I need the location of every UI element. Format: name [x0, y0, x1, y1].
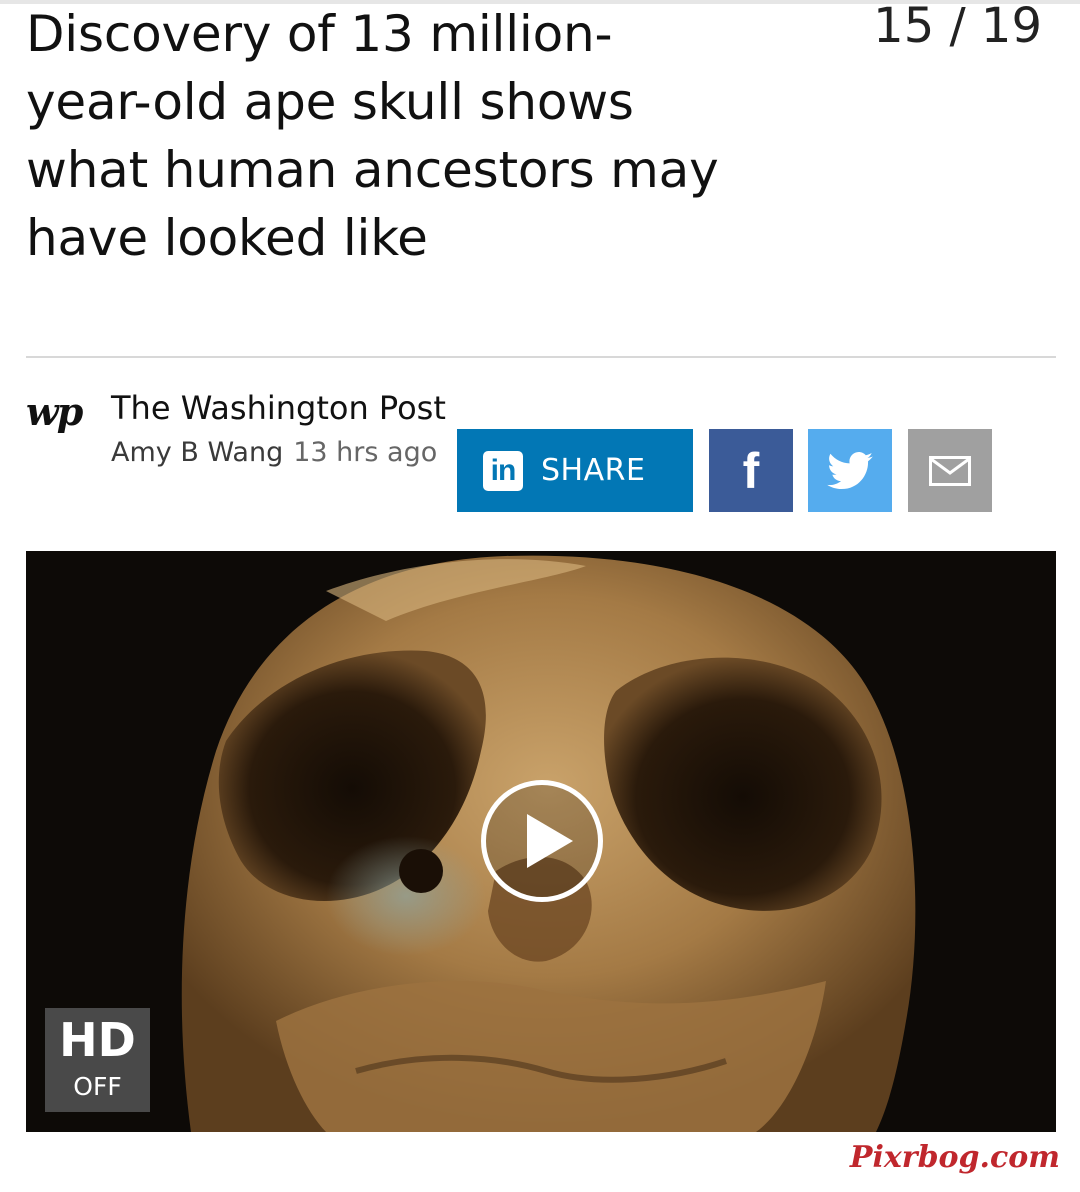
hd-state: OFF: [73, 1072, 122, 1101]
linkedin-share-button[interactable]: in SHARE: [457, 429, 693, 512]
video-player[interactable]: HD OFF: [26, 551, 1056, 1132]
source-name[interactable]: The Washington Post: [111, 388, 446, 428]
publish-time: 13 hrs ago: [293, 437, 438, 468]
article-headline: Discovery of 13 million-year-old ape sku…: [26, 5, 719, 267]
divider: [26, 356, 1056, 358]
hd-toggle[interactable]: HD OFF: [45, 1008, 150, 1112]
facebook-share-button[interactable]: f: [709, 429, 793, 512]
twitter-icon: [827, 451, 873, 489]
play-icon: [527, 814, 573, 868]
facebook-icon: f: [742, 442, 760, 499]
email-icon: [929, 455, 971, 486]
hd-label: HD: [59, 1013, 136, 1067]
washington-post-logo: wp: [26, 389, 83, 434]
share-label: SHARE: [541, 453, 646, 488]
byline: Amy B Wang 13 hrs ago: [111, 436, 437, 470]
slide-counter: 15 / 19: [873, 0, 1042, 54]
email-share-button[interactable]: [908, 429, 992, 512]
linkedin-icon: in: [483, 450, 523, 491]
author-name: Amy B Wang: [111, 437, 284, 468]
watermark: Pixrbog.com: [849, 1140, 1060, 1175]
play-button[interactable]: [481, 780, 603, 902]
twitter-share-button[interactable]: [808, 429, 892, 512]
